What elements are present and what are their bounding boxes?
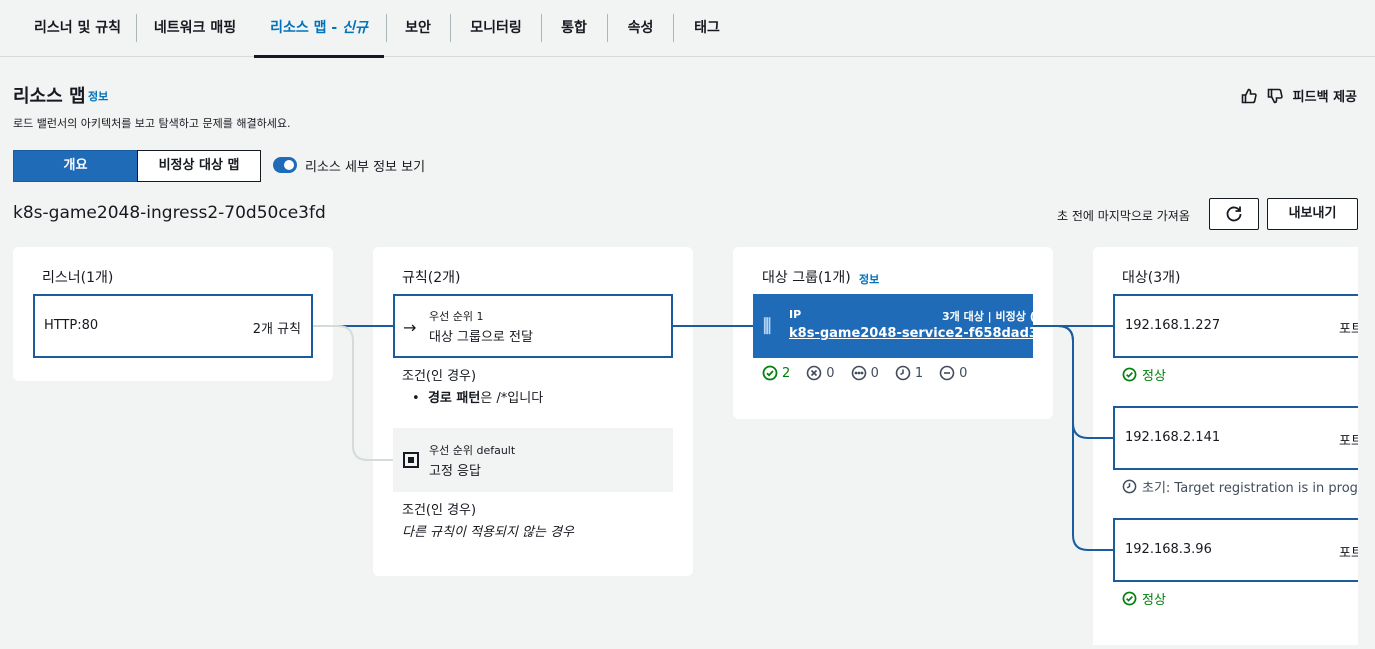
check-circle-icon xyxy=(762,365,778,381)
target-group-box[interactable]: ⫼ IP 3개 대상 | 비정상 ( k8s-game2048-service2… xyxy=(753,294,1033,358)
target-item[interactable]: 192.168.3.96 포트 xyxy=(1113,518,1375,582)
listeners-title: 리스너(1개) xyxy=(42,270,114,286)
target-groups-title: 대상 그룹(1개) xyxy=(762,270,851,286)
forward-arrow-icon: → xyxy=(403,318,417,337)
target-item[interactable]: 192.168.1.227 포트 xyxy=(1113,294,1375,358)
rule1-condition-label: 조건(인 경우) xyxy=(402,369,477,384)
unused-count: 0 xyxy=(851,365,879,381)
rule-priority-1[interactable]: → 우선 순위 1 대상 그룹으로 전달 xyxy=(393,294,673,358)
target-ip: 192.168.1.227 xyxy=(1125,318,1221,333)
rule1-condition: • 경로 패턴은 /*입니다 xyxy=(412,391,544,406)
rule-default[interactable]: 우선 순위 default 고정 응답 xyxy=(393,428,673,492)
listener-protocol: HTTP:80 xyxy=(44,318,99,333)
more-circle-icon xyxy=(851,365,866,381)
minus-circle-icon xyxy=(939,365,955,381)
x-circle-icon xyxy=(806,365,822,381)
rule1-priority: 우선 순위 1 xyxy=(429,310,484,323)
target-ip: 192.168.2.141 xyxy=(1125,430,1221,445)
target-ip: 192.168.3.96 xyxy=(1125,542,1212,557)
page-right-gutter xyxy=(1358,247,1375,649)
healthy-count: 2 xyxy=(762,365,790,381)
targets-title: 대상(3개) xyxy=(1122,270,1181,286)
target-status: 정상 xyxy=(1122,365,1166,384)
target-status: 초기: Target registration is in progr xyxy=(1122,477,1375,496)
target-health-counts: 2 0 0 1 0 xyxy=(762,365,967,381)
rule2-condition-label: 조건(인 경우) xyxy=(402,503,477,518)
rule2-condition: 다른 규칙이 적용되지 않는 경우 xyxy=(402,525,575,540)
target-group-summary: 3개 대상 | 비정상 ( xyxy=(942,310,1033,323)
target-group-type: IP xyxy=(789,308,802,321)
target-status: 정상 xyxy=(1122,589,1166,608)
draining-count: 0 xyxy=(939,365,967,381)
ip-type-icon: ⫼ xyxy=(763,316,772,337)
target-groups-info-link[interactable]: 정보 xyxy=(859,271,879,287)
rule2-priority: 우선 순위 default xyxy=(429,444,516,457)
target-item[interactable]: 192.168.2.141 포트 xyxy=(1113,406,1375,470)
unhealthy-count: 0 xyxy=(806,365,835,381)
check-circle-icon xyxy=(1122,591,1137,606)
target-group-name-link[interactable]: k8s-game2048-service2-f658dad372 xyxy=(789,326,1033,341)
clock-icon xyxy=(1122,479,1137,494)
clock-icon xyxy=(895,365,911,381)
listener-http-80[interactable]: HTTP:80 2개 규칙 xyxy=(33,294,313,358)
rule2-action: 고정 응답 xyxy=(429,464,481,479)
rule1-action: 대상 그룹으로 전달 xyxy=(429,330,533,345)
rules-title: 규칙(2개) xyxy=(402,270,461,286)
fixed-response-icon xyxy=(403,452,419,468)
listener-rule-count: 2개 규칙 xyxy=(252,322,301,337)
bullet-icon: • xyxy=(412,391,420,406)
check-circle-icon xyxy=(1122,367,1137,382)
page-bottom-edge xyxy=(0,645,1375,649)
initial-count: 1 xyxy=(895,365,923,381)
